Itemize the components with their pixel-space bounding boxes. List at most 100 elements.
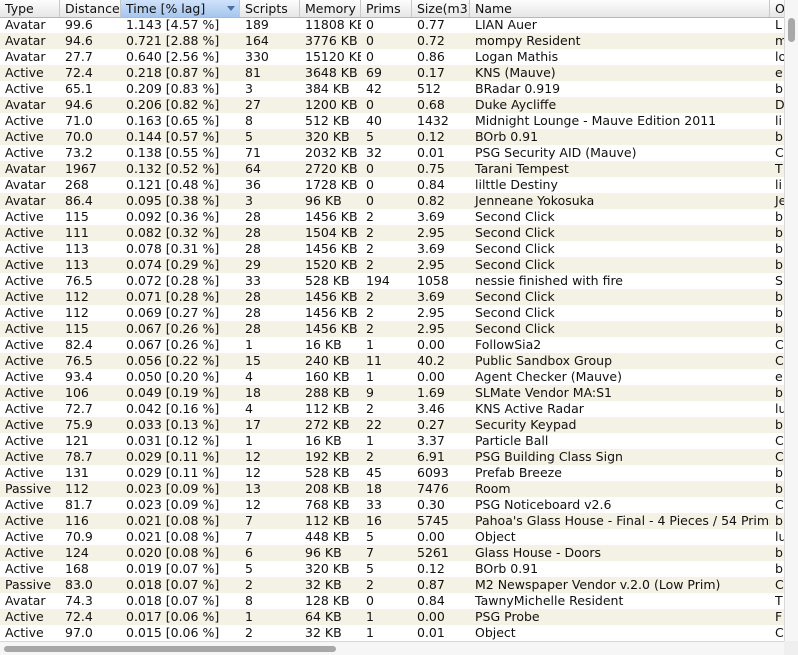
table-row[interactable]: Active 72.7 0.042 [0.16 %] 4 112 KB 2 3.46 KNS … (0, 401, 784, 417)
cell-prims: 7 (366, 545, 374, 560)
cell-time: 0.121 [0.48 %] (126, 177, 220, 192)
cell-size: 5261 (417, 545, 449, 560)
cell-name: Duke Aycliffe (475, 97, 557, 112)
horizontal-scroll-thumb[interactable] (4, 646, 336, 652)
cell-memory: 96 KB (305, 545, 342, 560)
cell-scripts: 17 (245, 417, 261, 432)
table-row[interactable]: Active 111 0.082 [0.32 %] 28 1504 KB 2 2.95 Sec… (0, 225, 784, 241)
column-header-label: Memory (305, 1, 356, 16)
table-row[interactable]: Active 70.0 0.144 [0.57 %] 5 320 KB 5 0.12 BOrb… (0, 129, 784, 145)
table-row[interactable]: Avatar 94.6 0.206 [0.82 %] 27 1200 KB 0 0.68 Du… (0, 97, 784, 113)
cell-memory: 1456 KB (305, 209, 358, 224)
cell-size: 0.12 (417, 561, 445, 576)
table-row[interactable]: Active 115 0.067 [0.26 %] 28 1456 KB 2 2.95 Sec… (0, 321, 784, 337)
cell-prims: 2 (366, 241, 374, 256)
cell-memory: 96 KB (305, 193, 342, 208)
cell-type: Avatar (5, 193, 46, 208)
cell-size: 0.01 (417, 145, 445, 160)
cell-distance: 82.4 (65, 337, 93, 352)
cell-scripts: 3 (245, 81, 253, 96)
table-row[interactable]: Active 78.7 0.029 [0.11 %] 12 192 KB 2 6.91 PSG… (0, 449, 784, 465)
cell-memory: 160 KB (305, 369, 350, 384)
table-header: Type Distance Time [% lag] Scripts Memory Pri… (0, 0, 784, 18)
table-row[interactable]: Active 112 0.071 [0.28 %] 28 1456 KB 2 3.69 Sec… (0, 289, 784, 305)
cell-type: Active (5, 209, 44, 224)
cell-owner: C (775, 497, 784, 512)
cell-distance: 72.4 (65, 609, 93, 624)
cell-time: 0.092 [0.36 %] (126, 209, 220, 224)
column-header-name[interactable]: Name (470, 0, 770, 17)
horizontal-scrollbar[interactable] (0, 641, 784, 655)
cell-owner: b (775, 417, 783, 432)
cell-prims: 194 (366, 273, 390, 288)
cell-scripts: 1 (245, 609, 253, 624)
table-row[interactable]: Active 124 0.020 [0.08 %] 6 96 KB 7 5261 Glass … (0, 545, 784, 561)
cell-size: 0.17 (417, 65, 445, 80)
table-row[interactable]: Active 76.5 0.056 [0.22 %] 15 240 KB 11 40.2 Pu… (0, 353, 784, 369)
column-header-owner[interactable]: Owner (770, 0, 784, 17)
column-header-distance[interactable]: Distance (60, 0, 121, 17)
vertical-scroll-thumb[interactable] (788, 18, 795, 42)
table-row[interactable]: Active 73.2 0.138 [0.55 %] 71 2032 KB 32 0.01 P… (0, 145, 784, 161)
table-row[interactable]: Passive 112 0.023 [0.09 %] 13 208 KB 18 7476 Ro… (0, 481, 784, 497)
cell-size: 6093 (417, 465, 449, 480)
table-row[interactable]: Avatar 1967 0.132 [0.52 %] 64 2720 KB 0 0.75 Ta… (0, 161, 784, 177)
column-header-type[interactable]: Type (0, 0, 60, 17)
table-row[interactable]: Active 82.4 0.067 [0.26 %] 1 16 KB 1 0.00 Follo… (0, 337, 784, 353)
table-row[interactable]: Active 131 0.029 [0.11 %] 12 528 KB 45 6093 Pre… (0, 465, 784, 481)
table-row[interactable]: Active 106 0.049 [0.19 %] 18 288 KB 9 1.69 SLMa… (0, 385, 784, 401)
table-row[interactable]: Active 97.0 0.015 [0.06 %] 2 32 KB 1 0.01 Objec… (0, 625, 784, 641)
cell-name: Prefab Breeze (475, 465, 562, 480)
table-row[interactable]: Avatar 27.7 0.640 [2.56 %] 330 15120 KB 0 0.86… (0, 49, 784, 65)
table-row[interactable]: Active 81.7 0.023 [0.09 %] 12 768 KB 33 0.30 PS… (0, 497, 784, 513)
cell-type: Avatar (5, 49, 46, 64)
cell-owner: b (775, 561, 783, 576)
column-header-scripts[interactable]: Scripts (240, 0, 300, 17)
table-row[interactable]: Avatar 86.4 0.095 [0.38 %] 3 96 KB 0 0.82 Jenne… (0, 193, 784, 209)
cell-distance: 78.7 (65, 449, 93, 464)
cell-distance: 83.0 (65, 577, 93, 592)
sort-descending-icon (227, 6, 235, 11)
cell-distance: 72.4 (65, 65, 93, 80)
cell-scripts: 28 (245, 305, 261, 320)
cell-distance: 113 (65, 257, 89, 272)
table-row[interactable]: Active 76.5 0.072 [0.28 %] 33 528 KB 194 1058 n… (0, 273, 784, 289)
table-row[interactable]: Passive 83.0 0.018 [0.07 %] 2 32 KB 2 0.87 M2 N… (0, 577, 784, 593)
column-header-memory[interactable]: Memory (300, 0, 361, 17)
table-row[interactable]: Avatar 94.6 0.721 [2.88 %] 164 3776 KB 0 0.72 m… (0, 33, 784, 49)
cell-owner: C (775, 353, 784, 368)
table-row[interactable]: Avatar 74.3 0.018 [0.07 %] 8 128 KB 0 0.84 Tawn… (0, 593, 784, 609)
cell-time: 0.218 [0.87 %] (126, 65, 220, 80)
vertical-scrollbar[interactable] (784, 0, 798, 641)
table-row[interactable]: Active 115 0.092 [0.36 %] 28 1456 KB 2 3.69 Sec… (0, 209, 784, 225)
cell-prims: 2 (366, 321, 374, 336)
table-row[interactable]: Active 72.4 0.017 [0.06 %] 1 64 KB 1 0.00 PSG P… (0, 609, 784, 625)
column-header-size[interactable]: Size(m3) (412, 0, 470, 17)
table-row[interactable]: Active 121 0.031 [0.12 %] 1 16 KB 1 3.37 Partic… (0, 433, 784, 449)
cell-name: Tarani Tempest (475, 161, 569, 176)
table-row[interactable]: Active 71.0 0.163 [0.65 %] 8 512 KB 40 1432 Mid… (0, 113, 784, 129)
table-row[interactable]: Active 65.1 0.209 [0.83 %] 3 384 KB 42 512 BRad… (0, 81, 784, 97)
cell-size: 1432 (417, 113, 449, 128)
cell-scripts: 5 (245, 561, 253, 576)
table-row[interactable]: Active 93.4 0.050 [0.20 %] 4 160 KB 1 0.00 Agen… (0, 369, 784, 385)
cell-type: Active (5, 289, 44, 304)
cell-size: 0.00 (417, 529, 445, 544)
table-row[interactable]: Active 112 0.069 [0.27 %] 28 1456 KB 2 2.95 Sec… (0, 305, 784, 321)
cell-owner: b (775, 385, 783, 400)
table-row[interactable]: Active 72.4 0.218 [0.87 %] 81 3648 KB 69 0.17 K… (0, 65, 784, 81)
table-row[interactable]: Avatar 99.6 1.143 [4.57 %] 189 11808 KB 0 0.77… (0, 17, 784, 33)
cell-memory: 64 KB (305, 609, 342, 624)
column-header-prims[interactable]: Prims (361, 0, 412, 17)
column-header-time[interactable]: Time [% lag] (121, 0, 240, 17)
table-row[interactable]: Active 168 0.019 [0.07 %] 5 320 KB 5 0.12 BOrb … (0, 561, 784, 577)
cell-type: Active (5, 417, 44, 432)
table-row[interactable]: Active 75.9 0.033 [0.13 %] 17 272 KB 22 0.27 Se… (0, 417, 784, 433)
table-row[interactable]: Avatar 268 0.121 [0.48 %] 36 1728 KB 0 0.84 lil… (0, 177, 784, 193)
table-row[interactable]: Active 113 0.078 [0.31 %] 28 1456 KB 2 3.69 Sec… (0, 241, 784, 257)
table-row[interactable]: Active 70.9 0.021 [0.08 %] 7 448 KB 5 0.00 Obje… (0, 529, 784, 545)
table-row[interactable]: Active 113 0.074 [0.29 %] 29 1520 KB 2 2.95 Sec… (0, 257, 784, 273)
cell-size: 0.87 (417, 577, 445, 592)
cell-owner: b (775, 129, 783, 144)
table-row[interactable]: Active 116 0.021 [0.08 %] 7 112 KB 16 5745 Paho… (0, 513, 784, 529)
